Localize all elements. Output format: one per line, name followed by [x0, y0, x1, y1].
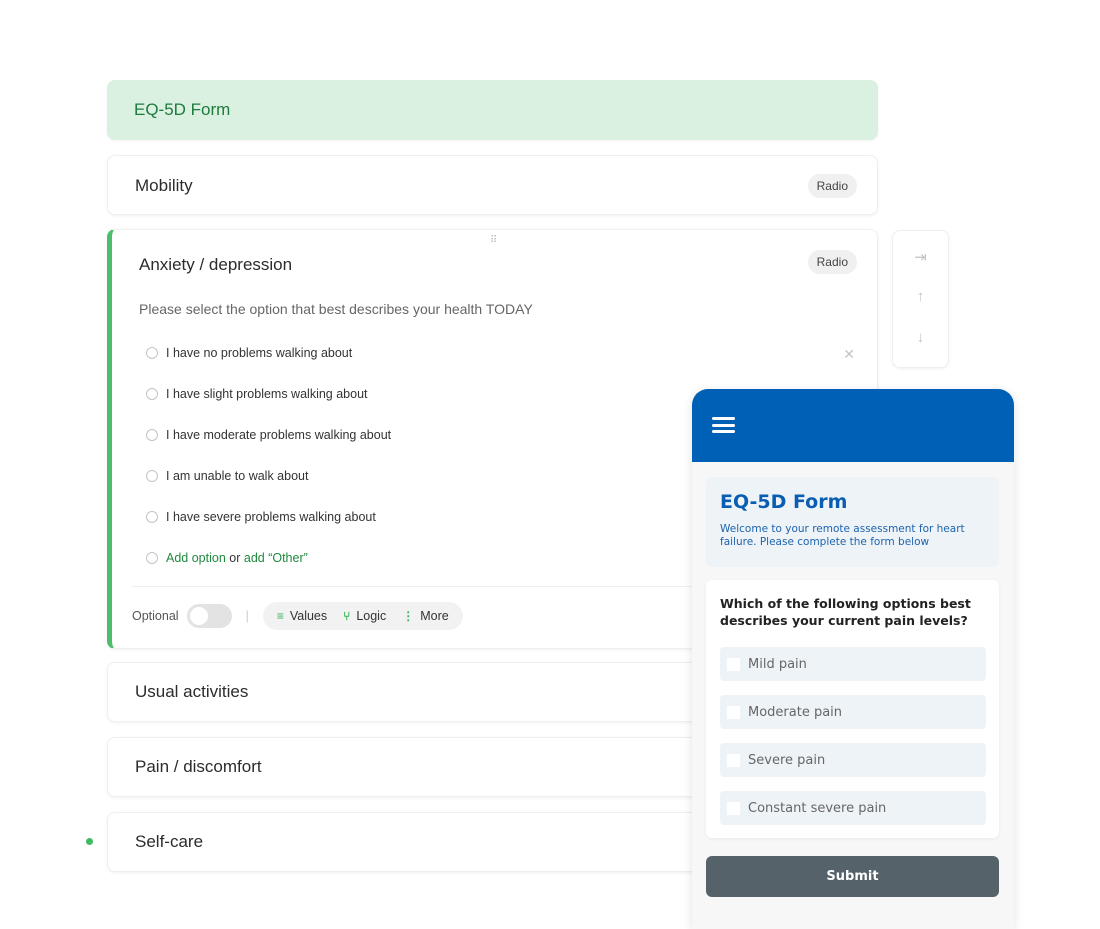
- drag-handle-icon[interactable]: ⠿: [490, 235, 498, 246]
- action-bar: ≡ Values ⑂ Logic ⋮ More: [262, 602, 463, 630]
- section-mobility[interactable]: Mobility Radio: [107, 155, 878, 215]
- question-card: Which of the following options best desc…: [706, 580, 999, 838]
- intro-text: Welcome to your remote assessment for he…: [720, 523, 965, 548]
- more-button[interactable]: ⋮ More: [402, 609, 448, 623]
- checkbox-icon: [727, 753, 740, 767]
- status-dot: [86, 838, 93, 845]
- radio-icon: [146, 552, 158, 564]
- radio-icon: [146, 388, 158, 400]
- close-icon[interactable]: ✕: [843, 346, 855, 363]
- option-item[interactable]: I have severe problems walking about: [146, 510, 376, 524]
- option-item[interactable]: I have moderate problems walking about: [146, 428, 391, 442]
- numbered-list-icon: ≡: [276, 609, 284, 623]
- arrow-up-icon[interactable]: ↑: [893, 288, 948, 305]
- type-badge: Radio: [807, 174, 857, 198]
- section-title[interactable]: Anxiety / depression: [139, 255, 292, 275]
- form-title: EQ-5D Form: [134, 100, 231, 119]
- checkbox-icon: [727, 657, 740, 671]
- section-title: Pain / discomfort: [135, 757, 262, 776]
- move-into-icon[interactable]: ⇥: [893, 248, 948, 266]
- choice-item[interactable]: Severe pain: [720, 743, 986, 777]
- question-footer: Optional | ≡ Values ⑂ Logic ⋮ More: [132, 602, 463, 630]
- radio-icon: [146, 347, 158, 359]
- checkbox-icon: [727, 705, 740, 719]
- values-button[interactable]: ≡ Values: [277, 609, 327, 623]
- logic-button[interactable]: ⑂ Logic: [343, 609, 386, 623]
- arrow-down-icon[interactable]: ↓: [893, 329, 948, 346]
- optional-label: Optional: [132, 609, 179, 623]
- choice-item[interactable]: Mild pain: [720, 647, 986, 681]
- add-other-link[interactable]: add “Other”: [244, 551, 308, 565]
- section-title: Mobility: [135, 176, 193, 195]
- option-item[interactable]: I have no problems walking about: [146, 346, 352, 360]
- separator: |: [245, 609, 249, 623]
- side-toolbar: ⇥ ↑ ↓: [892, 230, 949, 368]
- question-description[interactable]: Please select the option that best descr…: [139, 301, 533, 317]
- type-badge: Radio: [807, 250, 857, 274]
- option-item[interactable]: I am unable to walk about: [146, 469, 308, 483]
- option-item[interactable]: I have slight problems walking about: [146, 387, 368, 401]
- add-option-link[interactable]: Add option: [166, 551, 226, 565]
- question-text: Which of the following options best desc…: [720, 596, 971, 628]
- phone-form-title: EQ-5D Form: [720, 491, 848, 513]
- menu-icon[interactable]: [712, 417, 735, 437]
- checkbox-icon: [727, 801, 740, 815]
- section-title: Self-care: [135, 832, 204, 851]
- radio-icon: [146, 511, 158, 523]
- phone-header: [692, 389, 1014, 462]
- more-vertical-icon: ⋮: [402, 609, 415, 623]
- branch-icon: ⑂: [343, 609, 351, 623]
- choice-item[interactable]: Constant severe pain: [720, 791, 986, 825]
- radio-icon: [146, 429, 158, 441]
- choice-item[interactable]: Moderate pain: [720, 695, 986, 729]
- intro-card: EQ-5D Form Welcome to your remote assess…: [706, 477, 999, 567]
- submit-button[interactable]: Submit: [706, 856, 999, 897]
- section-title: Usual activities: [135, 682, 249, 701]
- radio-icon: [146, 470, 158, 482]
- add-option-row: Add option or add “Other”: [146, 551, 308, 565]
- form-title-card[interactable]: EQ-5D Form: [107, 80, 878, 140]
- optional-toggle[interactable]: [186, 604, 232, 628]
- phone-preview: EQ-5D Form Welcome to your remote assess…: [692, 389, 1014, 929]
